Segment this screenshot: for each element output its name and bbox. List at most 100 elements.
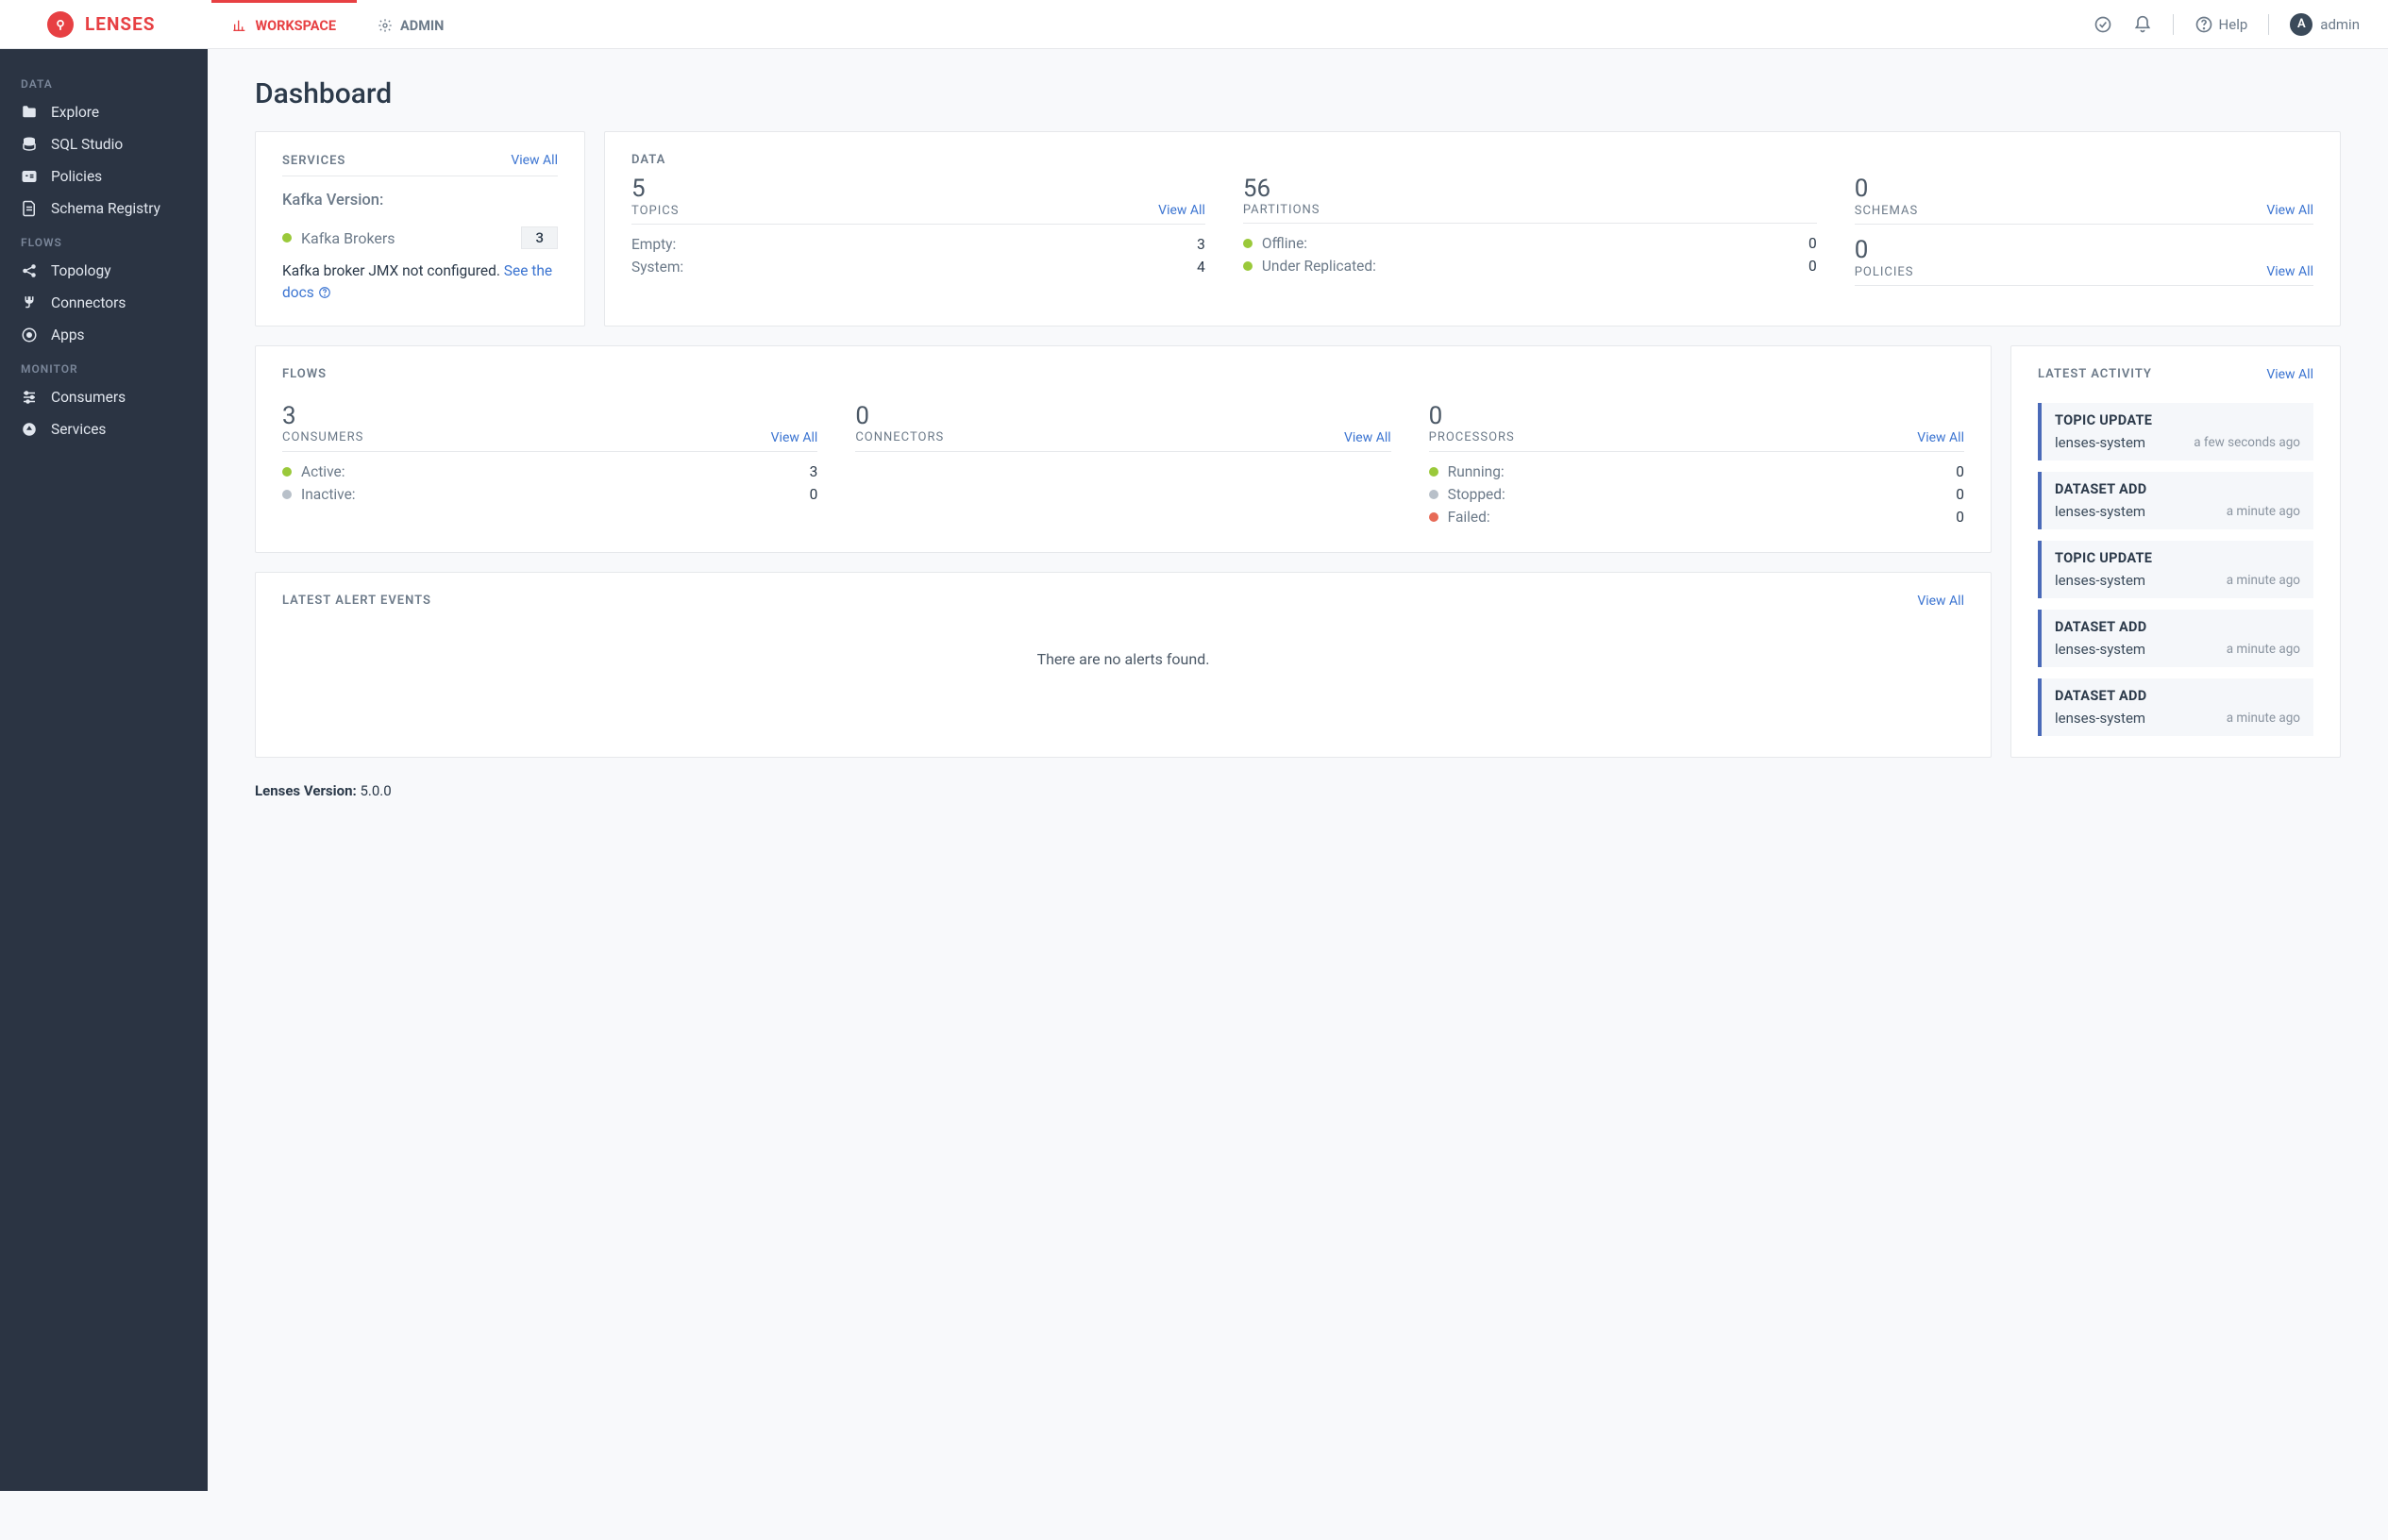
activity-item-time: a minute ago — [2227, 711, 2300, 726]
schemas-label: SCHEMAS — [1855, 204, 1919, 218]
consumers-inactive-value: 0 — [810, 486, 818, 503]
activity-item-time: a minute ago — [2227, 504, 2300, 519]
file-icon — [21, 200, 38, 217]
partitions-underrep-value: 0 — [1808, 258, 1817, 275]
help-label: Help — [2219, 16, 2248, 33]
processors-value: 0 — [1429, 402, 1964, 430]
activity-item[interactable]: TOPIC UPDATE lenses-system a minute ago — [2038, 541, 2313, 598]
sidebar-item-label: Services — [51, 421, 106, 438]
services-card: SERVICES View All Kafka Version: Kafka B… — [255, 131, 585, 326]
activity-item-name: lenses-system — [2055, 641, 2145, 658]
alerts-empty-message: There are no alerts found. — [282, 616, 1964, 715]
processors-failed-value: 0 — [1956, 509, 1964, 526]
activity-item-time: a minute ago — [2227, 642, 2300, 657]
jmx-message: Kafka broker JMX not configured. See the… — [282, 260, 558, 305]
topics-label: TOPICS — [631, 204, 679, 218]
sidebar-item-explore[interactable]: Explore — [0, 96, 208, 128]
alerts-card: LATEST ALERT EVENTS View All There are n… — [255, 572, 1992, 758]
partitions-label: PARTITIONS — [1243, 203, 1320, 217]
sidebar-item-services[interactable]: Services — [0, 413, 208, 445]
activity-item-name: lenses-system — [2055, 434, 2145, 451]
status-dot-icon — [282, 490, 292, 499]
activity-view-all[interactable]: View All — [2266, 367, 2313, 382]
sidebar-item-consumers[interactable]: Consumers — [0, 381, 208, 413]
services-view-all[interactable]: View All — [511, 153, 558, 168]
gauge-icon — [21, 421, 38, 438]
chart-bar-icon — [232, 18, 247, 33]
activity-item-title: DATASET ADD — [2055, 688, 2300, 704]
help-link[interactable]: Help — [2195, 15, 2248, 34]
consumers-value: 3 — [282, 402, 817, 430]
policies-view-all[interactable]: View All — [2266, 264, 2313, 279]
processors-block: 0 PROCESSORS View All Running:0 Stopped:… — [1429, 402, 1964, 531]
sidebar-item-label: Connectors — [51, 294, 126, 311]
activity-item-name: lenses-system — [2055, 710, 2145, 727]
user-menu[interactable]: A admin — [2290, 13, 2360, 36]
check-circle-icon[interactable] — [2094, 15, 2112, 34]
share-icon — [21, 262, 38, 279]
sliders-icon — [21, 389, 38, 406]
tab-admin[interactable]: ADMIN — [357, 0, 464, 48]
activity-item-title: TOPIC UPDATE — [2055, 550, 2300, 566]
schemas-view-all[interactable]: View All — [2266, 203, 2313, 218]
plug-icon — [21, 294, 38, 311]
topics-value: 5 — [631, 175, 1205, 203]
version-label: Lenses Version: — [255, 782, 357, 799]
processors-running-value: 0 — [1956, 463, 1964, 480]
help-icon — [318, 286, 331, 299]
id-card-icon — [21, 168, 38, 185]
activity-label: LATEST ACTIVITY — [2038, 367, 2152, 381]
sidebar-item-topology[interactable]: Topology — [0, 255, 208, 287]
kafka-brokers-count: 3 — [521, 226, 558, 249]
policies-label: POLICIES — [1855, 265, 1914, 279]
connectors-view-all[interactable]: View All — [1344, 430, 1391, 445]
status-dot-icon — [282, 467, 292, 477]
partitions-block: 56 PARTITIONS Offline:0 Under Replicated… — [1243, 175, 1817, 297]
separator — [2268, 14, 2269, 35]
schemas-value: 0 — [1855, 175, 2313, 203]
sidebar-item-apps[interactable]: Apps — [0, 319, 208, 351]
topnav-tabs: WORKSPACE ADMIN — [211, 0, 464, 48]
page-title: Dashboard — [255, 77, 2341, 110]
connectors-block: 0 CONNECTORS View All — [855, 402, 1390, 531]
sidebar-item-sql-studio[interactable]: SQL Studio — [0, 128, 208, 160]
kafka-version-label: Kafka Version: — [282, 192, 558, 209]
processors-view-all[interactable]: View All — [1917, 430, 1964, 445]
circle-dot-icon — [21, 326, 38, 343]
bell-icon[interactable] — [2133, 15, 2152, 34]
alerts-view-all[interactable]: View All — [1917, 594, 1964, 609]
data-card: DATA 5 TOPICS View All Empty:3 System:4 … — [604, 131, 2341, 326]
activity-item[interactable]: DATASET ADD lenses-system a minute ago — [2038, 678, 2313, 736]
main: Dashboard SERVICES View All Kafka Versio… — [208, 49, 2388, 837]
activity-item[interactable]: DATASET ADD lenses-system a minute ago — [2038, 610, 2313, 667]
sidebar-item-label: Topology — [51, 262, 111, 279]
activity-item-title: DATASET ADD — [2055, 619, 2300, 635]
sidebar-item-connectors[interactable]: Connectors — [0, 287, 208, 319]
folder-icon — [21, 104, 38, 121]
status-dot-icon — [1429, 490, 1438, 499]
activity-item-title: DATASET ADD — [2055, 481, 2300, 497]
activity-item[interactable]: TOPIC UPDATE lenses-systema few seconds … — [2038, 403, 2313, 460]
tab-workspace[interactable]: WORKSPACE — [211, 0, 357, 48]
topics-system-value: 4 — [1197, 259, 1205, 276]
activity-item-name: lenses-system — [2055, 572, 2145, 589]
brand[interactable]: LENSES — [0, 11, 174, 38]
gear-icon — [378, 18, 393, 33]
sidebar-item-label: Policies — [51, 168, 102, 185]
activity-item[interactable]: DATASET ADD lenses-systema minute ago — [2038, 472, 2313, 529]
topics-view-all[interactable]: View All — [1158, 203, 1205, 218]
sidebar-item-label: Consumers — [51, 389, 126, 406]
sidebar-item-policies[interactable]: Policies — [0, 160, 208, 192]
tab-admin-label: ADMIN — [400, 18, 444, 34]
activity-item-time: a minute ago — [2227, 573, 2300, 588]
status-dot-icon — [1243, 261, 1253, 271]
status-dot-icon — [1243, 239, 1253, 248]
topics-block: 5 TOPICS View All Empty:3 System:4 — [631, 175, 1205, 297]
kafka-brokers-label: Kafka Brokers — [282, 229, 395, 247]
sidebar-section-flows: FLOWS — [0, 225, 208, 255]
status-dot-icon — [1429, 467, 1438, 477]
version-line: Lenses Version: 5.0.0 — [255, 782, 2341, 799]
consumers-view-all[interactable]: View All — [771, 430, 818, 445]
sidebar-item-schema-registry[interactable]: Schema Registry — [0, 192, 208, 225]
topnav: LENSES WORKSPACE ADMIN Help A admin — [0, 0, 2388, 49]
